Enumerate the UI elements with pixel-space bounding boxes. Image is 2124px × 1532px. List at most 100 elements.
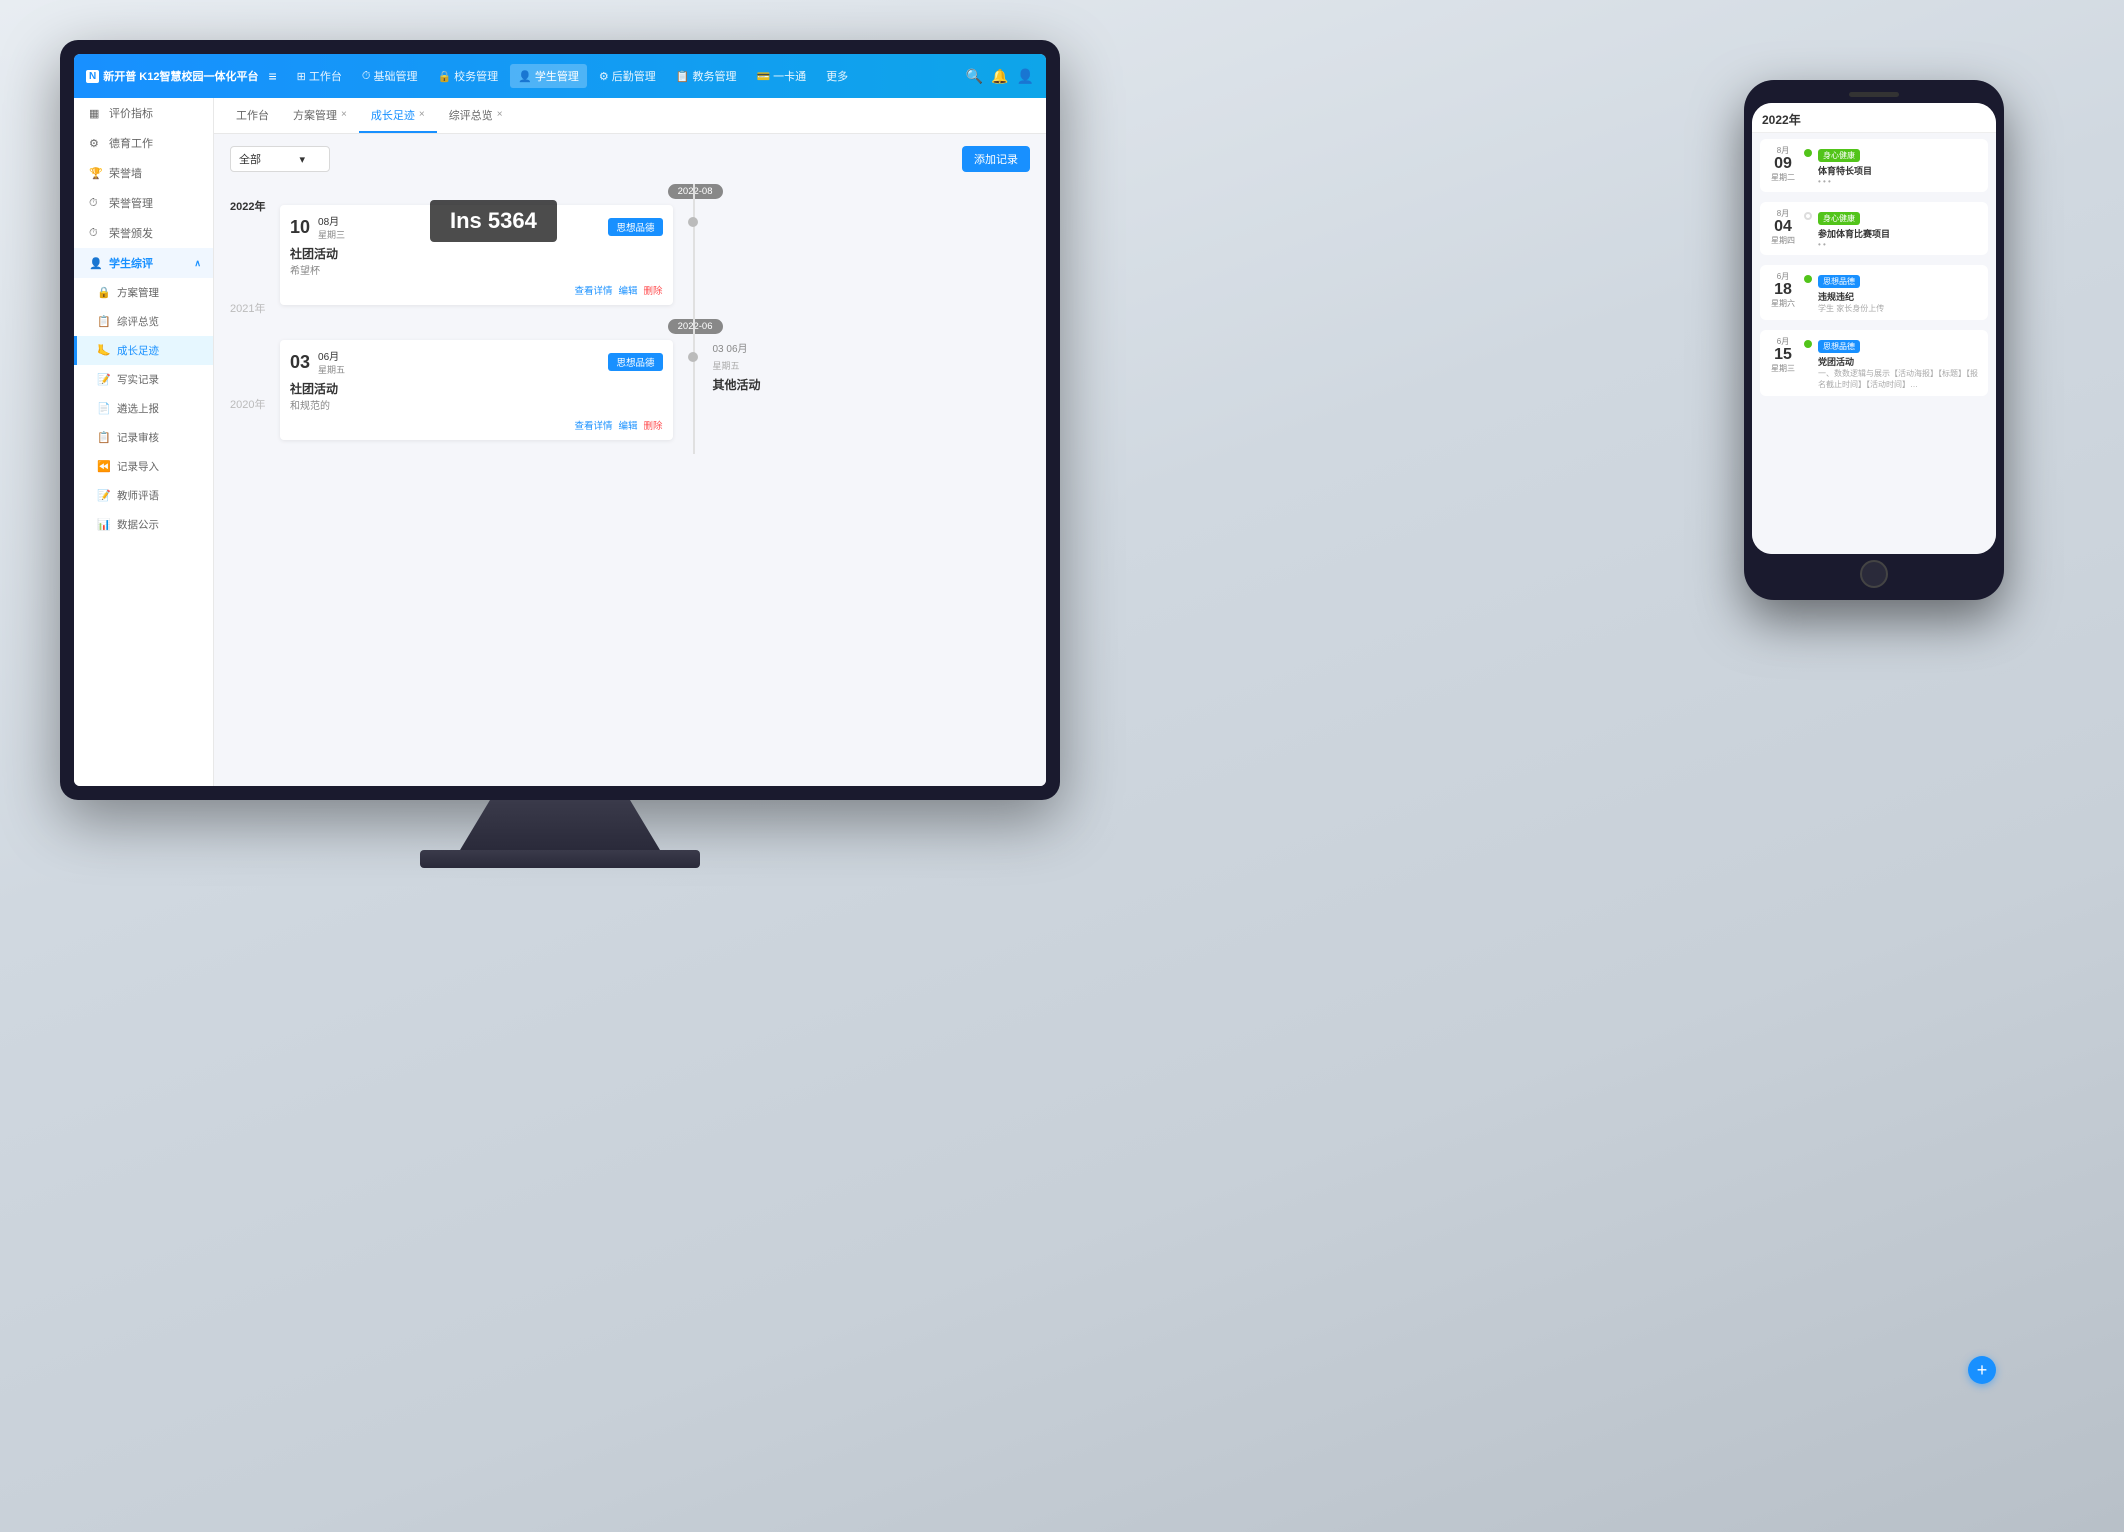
sidebar-item-label: 记录导入 [117, 459, 159, 474]
nav-logo-icon: N [86, 70, 99, 83]
sidebar-item-import[interactable]: ⏪ 记录导入 [74, 452, 213, 481]
delete-link-2[interactable]: 删除 [643, 418, 662, 432]
sidebar-section-label: 学生综评 [109, 255, 153, 271]
phone-dot-2 [1804, 212, 1812, 220]
phone-entry-sub-1: • • • [1818, 177, 1980, 186]
sidebar-section-student[interactable]: 👤 学生综评 ∧ [74, 248, 213, 278]
ins-badge: Ins 5364 [430, 200, 557, 242]
tab-scheme[interactable]: 方案管理 × [281, 98, 359, 133]
tab-footprint[interactable]: 成长足迹 × [359, 98, 437, 133]
tab-close-icon[interactable]: × [419, 109, 425, 120]
sidebar-item-data-public[interactable]: 📊 数据公示 [74, 510, 213, 539]
entry-1-actions: 查看详情 编辑 删除 [290, 283, 663, 297]
honor-mgmt-icon: ⏱ [89, 197, 103, 210]
nav-item-more[interactable]: 更多 [818, 64, 856, 88]
entry-3-weekday: 星期五 [713, 359, 1031, 372]
tab-close-icon[interactable]: × [497, 109, 503, 120]
nav-item-card[interactable]: 💳 一卡通 [748, 64, 814, 88]
tab-label: 方案管理 [293, 107, 337, 123]
audit-icon: 📋 [97, 431, 111, 444]
edit-link-1[interactable]: 编辑 [618, 283, 637, 297]
nav-item-school[interactable]: 🔒 校务管理 [429, 64, 506, 88]
academic-icon: 📋 [676, 70, 690, 83]
phone-entry-body-3: 思想品德 违规违纪 学生 家长身份上传 [1818, 271, 1980, 314]
add-record-button[interactable]: 添加记录 [962, 146, 1030, 172]
view-detail-link-2[interactable]: 查看详情 [574, 418, 612, 432]
phone-entry-2: 8月 04 星期四 身心健康 参加体育比赛项目 • • [1760, 202, 1988, 255]
tab-overview[interactable]: 综评总览 × [437, 98, 515, 133]
phone-date-col-3: 6月 18 星期六 [1768, 271, 1798, 309]
nav-item-academic[interactable]: 📋 教务管理 [668, 64, 745, 88]
page-content: 全部 ▾ 添加记录 2022年 2021年 2020年 [214, 134, 1046, 786]
search-icon[interactable]: 🔍 [966, 68, 983, 85]
main-layout: ▦ 评价指标 ⚙ 德育工作 🏆 荣誉墙 ⏱ 荣誉管理 [74, 98, 1046, 786]
top-navigation: N 新开普 K12智慧校园一体化平台 ≡ ⊞ 工作台 ⏱ 基础管理 🔒 [74, 54, 1046, 98]
sidebar-item-records[interactable]: 📝 写实记录 [74, 365, 213, 394]
view-detail-link-1[interactable]: 查看详情 [574, 283, 612, 297]
menu-toggle-icon[interactable]: ≡ [268, 68, 276, 84]
tab-label: 综评总览 [449, 107, 493, 123]
year-2022: 2022年 [230, 198, 280, 214]
timeline-body: 2022-08 10 [280, 184, 1030, 454]
sidebar-item-honor-mgmt[interactable]: ⏱ 荣誉管理 [74, 188, 213, 218]
timeline-dot-2 [688, 352, 698, 362]
phone-year-title: 2022年 [1762, 113, 1801, 127]
phone-entry-title-2: 参加体育比赛项目 [1818, 227, 1980, 240]
nav-item-label: 校务管理 [454, 68, 498, 84]
phone-header: 2022年 [1752, 103, 1996, 133]
overview-icon: 📋 [97, 315, 111, 328]
phone-tag-1: 身心健康 [1818, 149, 1860, 162]
sidebar-item-overview[interactable]: 📋 综评总览 [74, 307, 213, 336]
tab-close-icon[interactable]: × [341, 109, 347, 120]
phone-fab-button[interactable]: + [1968, 1356, 1996, 1384]
sidebar-item-label: 荣誉管理 [109, 195, 153, 211]
sidebar-item-label: 方案管理 [117, 285, 159, 300]
student-section-icon: 👤 [89, 257, 103, 270]
nav-item-workbench[interactable]: ⊞ 工作台 [289, 64, 350, 88]
phone-weekday-4: 星期三 [1768, 363, 1798, 374]
delete-link-1[interactable]: 删除 [643, 283, 662, 297]
chevron-up-icon: ∧ [194, 258, 201, 269]
data-public-icon: 📊 [97, 518, 111, 531]
phone-day-4: 15 [1768, 347, 1798, 363]
sidebar-item-honor-wall[interactable]: 🏆 荣誉墙 [74, 158, 213, 188]
moral-icon: ⚙ [89, 137, 103, 150]
filter-select[interactable]: 全部 ▾ [230, 146, 330, 172]
tab-bar: 工作台 方案管理 × 成长足迹 × 综评总览 × [214, 98, 1046, 134]
sidebar-item-moral[interactable]: ⚙ 德育工作 [74, 128, 213, 158]
phone-dot-1 [1804, 149, 1812, 157]
phone-body: 2022年 8月 09 星期二 身心健康 体育特长项目 • • • [1744, 80, 2004, 600]
sidebar-item-selection[interactable]: 📄 遴选上报 [74, 394, 213, 423]
timeline-dot-1 [688, 217, 698, 227]
entry-3-month: 06月 [726, 344, 747, 355]
tab-workbench[interactable]: 工作台 [224, 98, 281, 133]
sidebar-item-evaluation[interactable]: ▦ 评价指标 [74, 98, 213, 128]
nav-item-basic[interactable]: ⏱ 基础管理 [354, 64, 426, 88]
edit-link-2[interactable]: 编辑 [618, 418, 637, 432]
entry-2-left: 03 06月 星期五 思想品德 社团活动 [280, 340, 693, 440]
nav-item-label: 一卡通 [773, 68, 806, 84]
sidebar-item-scheme[interactable]: 🔒 方案管理 [74, 278, 213, 307]
user-avatar-icon[interactable]: 👤 [1017, 68, 1034, 85]
nav-logo-text: 新开普 K12智慧校园一体化平台 [103, 68, 258, 84]
sidebar-item-honor-award[interactable]: ⏱ 荣誉颁发 [74, 218, 213, 248]
entry-1-activity: 社团活动 [290, 245, 663, 262]
phone-weekday-2: 星期四 [1768, 235, 1798, 246]
nav-item-student[interactable]: 👤 学生管理 [510, 64, 587, 88]
content-area: 工作台 方案管理 × 成长足迹 × 综评总览 × [214, 98, 1046, 786]
nav-right-controls: 🔍 🔔 👤 [966, 68, 1034, 85]
scheme-icon: 🔒 [97, 286, 111, 299]
entry-1-tag[interactable]: 思想品德 [608, 218, 662, 236]
basic-icon: ⏱ [362, 70, 371, 83]
entry-2-tag[interactable]: 思想品德 [608, 353, 662, 371]
monitor-base [420, 850, 700, 868]
bell-icon[interactable]: 🔔 [991, 68, 1008, 85]
sidebar-item-audit[interactable]: 📋 记录审核 [74, 423, 213, 452]
phone-entry-title-4: 党团活动 [1818, 355, 1980, 368]
sidebar-item-footprint[interactable]: 🦶 成长足迹 [74, 336, 213, 365]
selection-icon: 📄 [97, 402, 111, 415]
phone-entry-3: 6月 18 星期六 思想品德 违规违纪 学生 家长身份上传 [1760, 265, 1988, 320]
phone-home-button[interactable] [1860, 560, 1888, 588]
nav-item-logistics[interactable]: ⚙ 后勤管理 [591, 64, 664, 88]
sidebar-item-teacher-comment[interactable]: 📝 教师评语 [74, 481, 213, 510]
